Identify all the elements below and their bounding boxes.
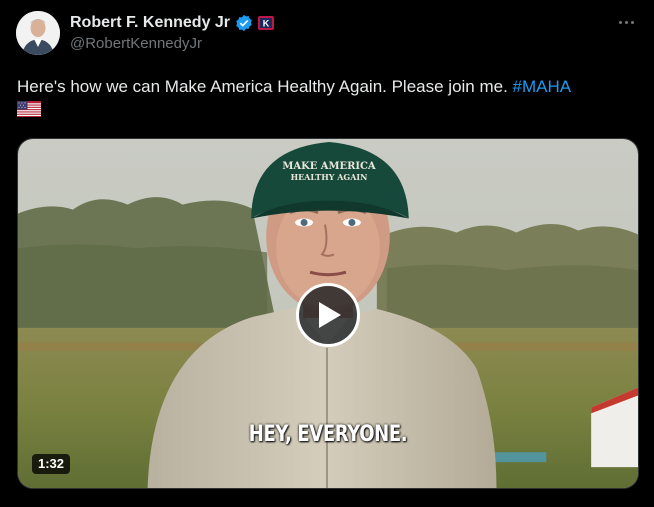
hat-logo-text: MAKE AMERICA	[282, 161, 376, 172]
tweet-body: Here's how we can Make America Healthy A…	[17, 77, 513, 96]
us-flag-emoji	[17, 101, 41, 117]
more-options-icon[interactable]	[614, 12, 638, 32]
svg-text:K: K	[263, 19, 270, 29]
affiliate-badge-icon[interactable]: K	[258, 16, 275, 30]
play-button[interactable]	[296, 283, 360, 347]
video-player[interactable]: MAKE AMERICA HEALTHY AGAIN HEY, EVERYONE…	[17, 138, 639, 489]
hashtag-link[interactable]: #MAHA	[513, 77, 572, 96]
verified-badge-icon[interactable]	[235, 14, 253, 32]
tweet: Robert F. Kennedy Jr K @RobertKennedyJr …	[0, 0, 654, 507]
play-icon	[319, 302, 341, 328]
author-handle[interactable]: @RobertKennedyJr	[70, 35, 202, 52]
author-display-name[interactable]: Robert F. Kennedy Jr	[70, 14, 230, 32]
video-caption: HEY, EVERYONE.	[248, 422, 408, 447]
tweet-text: Here's how we can Make America Healthy A…	[17, 75, 637, 117]
author-avatar[interactable]	[16, 11, 60, 55]
video-duration: 1:32	[32, 454, 71, 474]
hat-logo-subtext: HEALTHY AGAIN	[291, 173, 368, 182]
